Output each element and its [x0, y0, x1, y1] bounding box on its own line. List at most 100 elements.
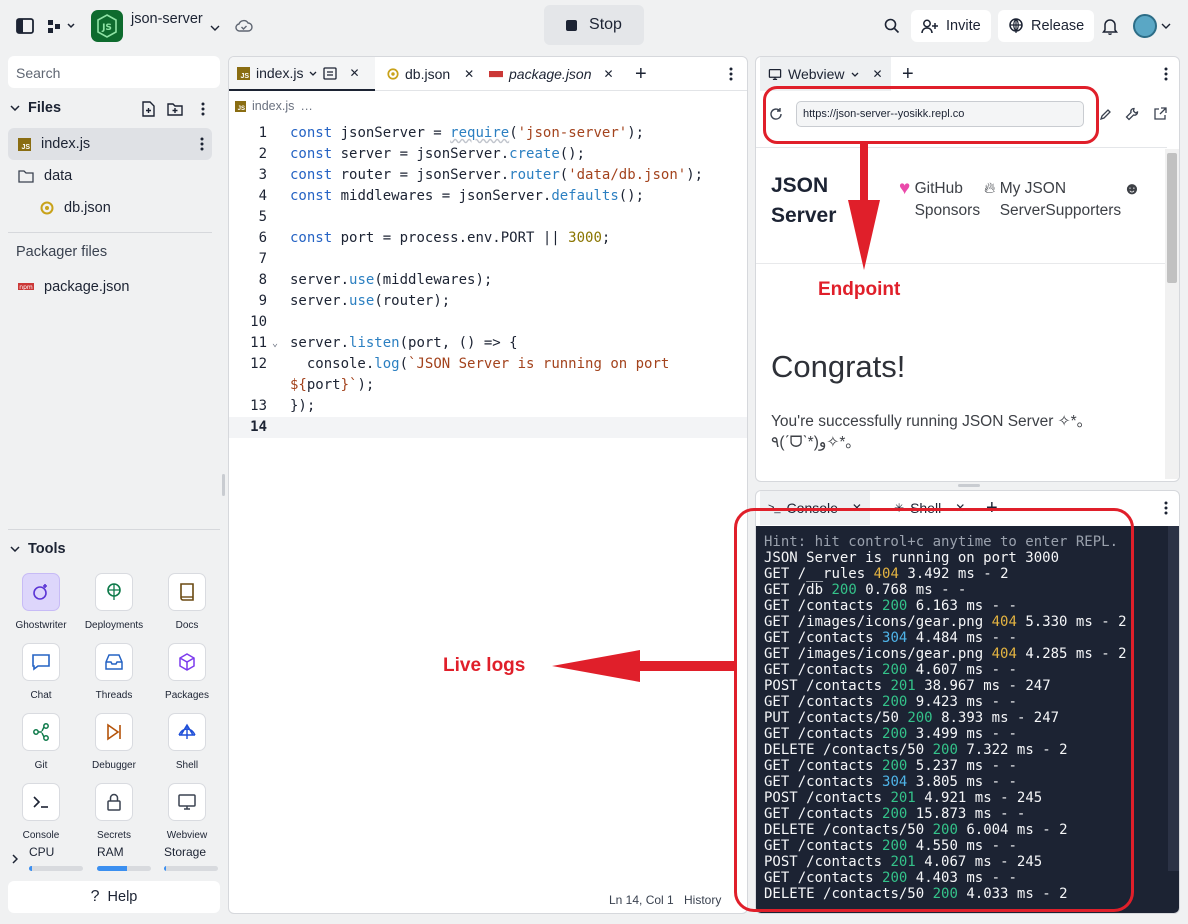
avatar[interactable]	[1133, 14, 1157, 38]
shell-icon	[168, 713, 206, 751]
close-icon[interactable]: ✕	[604, 67, 614, 81]
cursor-position[interactable]: Ln 14, Col 1	[609, 893, 674, 907]
cpu-label: CPU	[29, 845, 55, 859]
pane-resize-handle[interactable]	[958, 484, 980, 487]
code-line: 3 const router = jsonServer.router('data/…	[258, 167, 704, 183]
down-arrow-icon	[848, 144, 880, 270]
more-options-icon[interactable]	[193, 99, 213, 119]
tool-docs[interactable]: Docs	[154, 573, 220, 631]
bell-icon[interactable]	[1100, 16, 1120, 36]
tool-ghostwriter[interactable]: Ghostwriter	[8, 573, 74, 631]
new-folder-icon[interactable]	[165, 99, 185, 119]
more-options-icon[interactable]	[721, 57, 741, 91]
scrollbar-thumb[interactable]	[1167, 153, 1177, 283]
supporters-link[interactable]: 🔥︎ My JSON ServerSupporters	[984, 178, 1121, 222]
inbox-icon	[95, 643, 133, 681]
chevron-down-icon	[851, 72, 859, 77]
cloud-check-icon	[234, 16, 254, 36]
book-icon	[168, 573, 206, 611]
code-line: 10	[250, 314, 267, 330]
release-button[interactable]: Release	[998, 10, 1095, 42]
chevron-down-icon[interactable]	[208, 18, 222, 38]
chevron-right-icon[interactable]	[8, 849, 22, 869]
chevron-down-icon	[10, 105, 20, 111]
pencil-icon[interactable]	[1097, 106, 1113, 122]
storage-usage-bar	[164, 866, 218, 871]
search-input[interactable]: Search	[8, 56, 220, 88]
git-branch-icon	[22, 713, 60, 751]
wrench-icon[interactable]	[1124, 106, 1140, 122]
tool-webview[interactable]: Webview	[154, 783, 220, 841]
globe-icon	[1009, 18, 1023, 33]
github-sponsors-link[interactable]: ♥ GitHub Sponsors	[899, 178, 995, 222]
tool-git[interactable]: Git	[8, 713, 74, 771]
tool-console[interactable]: Console	[8, 783, 74, 841]
close-icon[interactable]: ✕	[873, 67, 883, 81]
tab-db-json[interactable]: db.json ✕	[379, 57, 482, 91]
split-view-icon[interactable]	[323, 66, 338, 80]
open-external-icon[interactable]	[1152, 106, 1168, 122]
tool-deployments[interactable]: Deployments	[81, 573, 147, 631]
tab-index-js[interactable]: JS index.js ✕	[229, 57, 375, 91]
new-file-icon[interactable]	[138, 99, 158, 119]
tool-secrets[interactable]: Secrets	[81, 783, 147, 841]
code-area[interactable]: 1 const jsonServer = require('json-server…	[229, 123, 747, 438]
code-line: 14	[229, 417, 747, 438]
files-header[interactable]: Files	[10, 100, 61, 116]
sidebar-toggle-icon[interactable]	[15, 16, 35, 36]
svg-text:JS: JS	[101, 23, 112, 33]
cube-icon	[168, 643, 206, 681]
code-line: 8 server.use(middlewares);	[258, 272, 493, 288]
flame-icon: 🔥︎	[984, 180, 996, 197]
more-options-icon[interactable]	[200, 137, 204, 155]
chevron-down-icon[interactable]	[309, 71, 317, 76]
tool-debugger[interactable]: Debugger	[81, 713, 147, 771]
code-line: 5	[258, 209, 267, 225]
tab-package-json[interactable]: package.json ✕	[481, 57, 622, 91]
chat-icon	[22, 643, 60, 681]
more-options-icon[interactable]	[1156, 57, 1176, 91]
tool-chat[interactable]: Chat	[8, 643, 74, 701]
chevron-down-icon	[10, 546, 20, 552]
tools-header[interactable]: Tools	[10, 541, 66, 557]
sidebar-resize-handle[interactable]	[222, 474, 225, 496]
chevron-down-icon[interactable]	[1160, 16, 1172, 36]
new-tab-icon[interactable]: +	[627, 57, 655, 91]
tool-threads[interactable]: Threads	[81, 643, 147, 701]
close-icon[interactable]: ✕	[349, 66, 359, 80]
divider	[8, 232, 212, 233]
divider	[756, 263, 1167, 264]
folder-item-data[interactable]: data	[18, 160, 72, 192]
close-icon[interactable]: ✕	[464, 67, 474, 81]
tool-shell[interactable]: Shell	[154, 713, 220, 771]
code-line: 1 const jsonServer = require('json-server…	[258, 125, 645, 141]
stop-button[interactable]: Stop	[544, 5, 644, 45]
file-item-db-json[interactable]: db.json	[40, 192, 111, 224]
site-title[interactable]: JSON Server	[771, 171, 851, 231]
code-line: 2 const server = jsonServer.create();	[258, 146, 586, 162]
endpoint-highlight-box	[763, 86, 1099, 144]
workspace-menu-icon[interactable]	[46, 16, 78, 36]
repl-name[interactable]: json-server	[131, 11, 203, 27]
webview-scrollbar[interactable]	[1165, 149, 1179, 479]
svg-text:npm: npm	[19, 284, 33, 291]
tool-packages[interactable]: Packages	[154, 643, 220, 701]
code-line: 12 console.log(`JSON Server is running o…	[250, 356, 670, 372]
congrats-heading: Congrats!	[771, 349, 906, 384]
code-editor: JS index.js ✕ db.json ✕ package.json ✕ +…	[228, 56, 748, 914]
file-item-package-json[interactable]: npm package.json	[18, 271, 129, 303]
deploy-icon	[95, 573, 133, 611]
js-file-icon: JS	[237, 66, 250, 80]
help-button[interactable]: ? Help	[8, 881, 220, 913]
smiley-icon[interactable]: ☻	[1123, 178, 1141, 200]
search-icon[interactable]	[882, 16, 902, 36]
terminal-icon	[22, 783, 60, 821]
history-button[interactable]: History	[684, 893, 721, 907]
monitor-icon	[768, 68, 782, 80]
fold-chevron-icon[interactable]: ⌄	[272, 333, 278, 354]
more-options-icon[interactable]	[1156, 491, 1176, 525]
file-item-index-js[interactable]: JS index.js	[8, 128, 212, 160]
invite-button[interactable]: Invite	[911, 10, 991, 42]
live-logs-annotation: Live logs	[443, 655, 526, 676]
console-scrollbar[interactable]	[1168, 526, 1179, 871]
